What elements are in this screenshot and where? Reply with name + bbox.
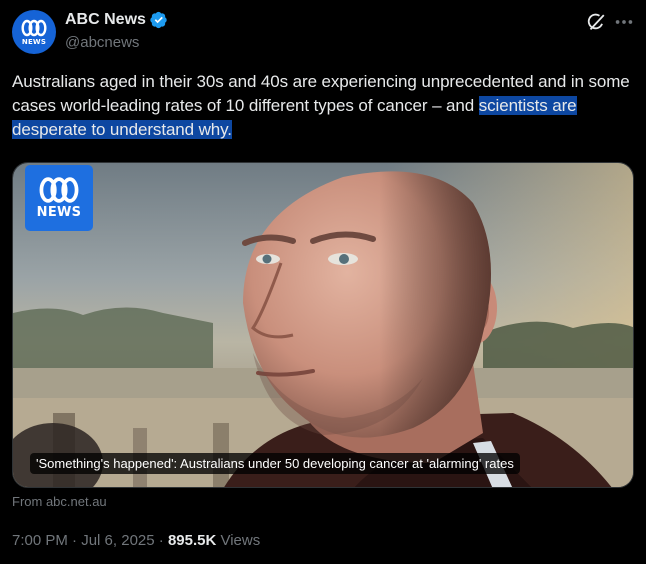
avatar[interactable]: NEWS [12, 10, 56, 54]
tweet-meta: 7:00 PM · Jul 6, 2025 · 895.5K Views [12, 532, 260, 549]
abc-logo-icon [21, 19, 47, 36]
abc-news-logo: NEWS [25, 165, 93, 231]
tweet-text: Australians aged in their 30s and 40s ar… [12, 70, 634, 142]
card-source[interactable]: From abc.net.au [12, 494, 107, 509]
meta-separator: · [67, 532, 82, 549]
more-options-icon[interactable] [613, 11, 635, 33]
article-photo [13, 163, 633, 487]
tweet-time[interactable]: 7:00 PM [12, 532, 68, 549]
author-name-row: ABC News [65, 11, 168, 29]
meta-separator: · [154, 532, 168, 549]
views-count: 895.5K [167, 532, 217, 549]
verified-badge-icon[interactable] [150, 11, 168, 29]
avatar-label: NEWS [21, 37, 47, 46]
handle[interactable]: @abcnews [65, 34, 139, 51]
views-label: Views [216, 532, 261, 549]
grok-icon[interactable] [585, 11, 607, 33]
tweet-date[interactable]: Jul 6, 2025 [81, 532, 154, 549]
abc-news-logo-icon [39, 177, 79, 203]
link-card[interactable]: NEWS 'Something's happened': Australians… [12, 162, 634, 488]
display-name[interactable]: ABC News [65, 11, 146, 29]
news-logo-label: NEWS [36, 205, 82, 220]
card-headline: 'Something's happened': Australians unde… [30, 453, 520, 474]
